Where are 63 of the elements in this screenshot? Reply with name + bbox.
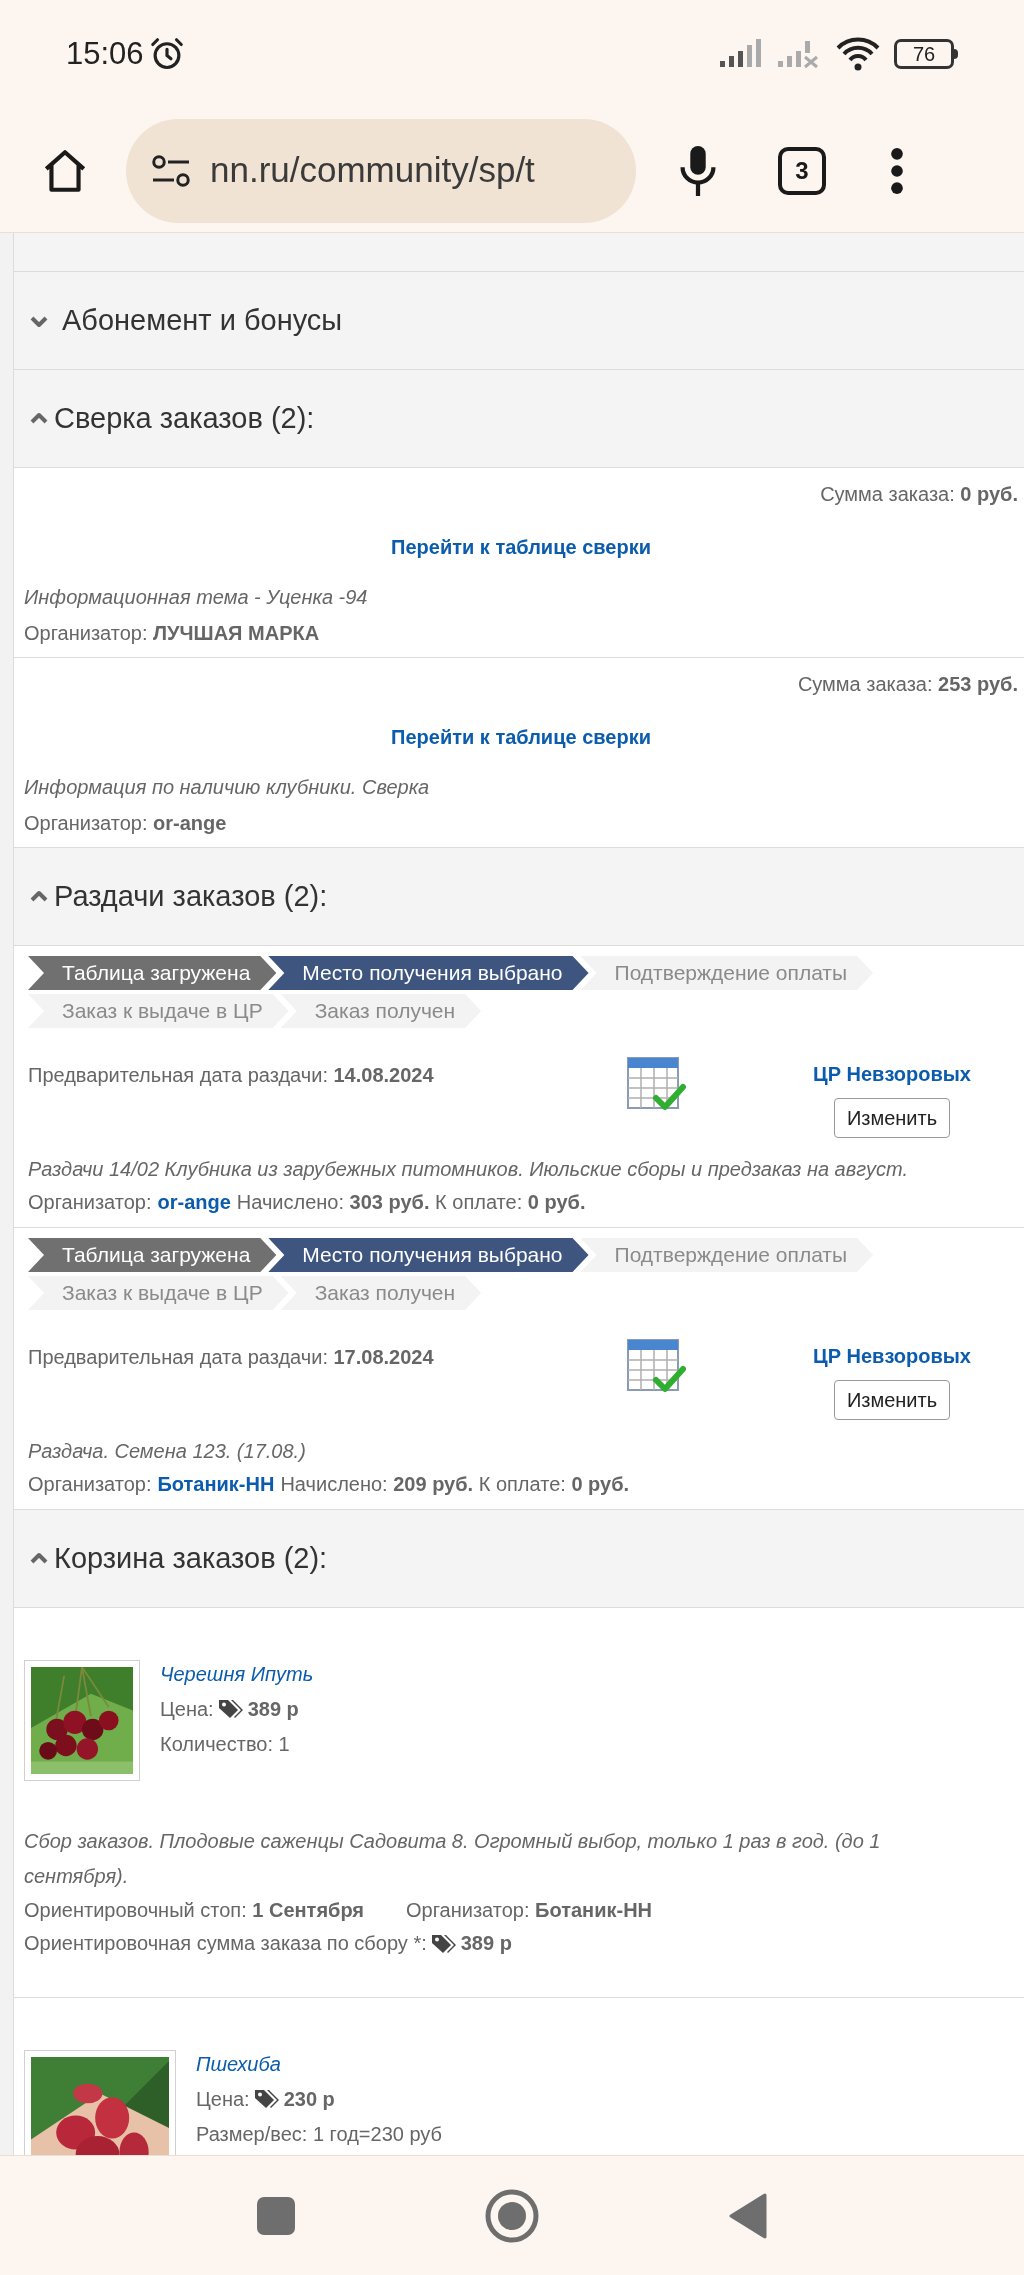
- order-sum: Сумма заказа: 0 руб.: [820, 482, 1018, 507]
- organizer-text: Организатор: Ботаник-НН: [406, 1898, 653, 1923]
- topic-title: Информационная тема - Уценка -94: [24, 585, 368, 610]
- progress-step: Заказ к выдаче в ЦР: [28, 994, 289, 1028]
- totals-text: Начислено: 303 руб. К оплате: 0 руб.: [236, 1190, 586, 1215]
- pickup-point-link[interactable]: ЦР Невзоровых: [813, 1060, 971, 1088]
- product-link[interactable]: Пшехиба: [196, 2050, 442, 2078]
- distribution-date: Предварительная дата раздачи: 17.08.2024: [28, 1345, 435, 1370]
- product-link[interactable]: Черешня Ипуть: [160, 1660, 314, 1688]
- price-tag-icon: [217, 1698, 244, 1720]
- distribution-date: Предварительная дата раздачи: 14.08.2024: [28, 1063, 435, 1088]
- progress-step: Заказ к выдаче в ЦР: [28, 1276, 289, 1310]
- order-sum: Сумма заказа: 253 руб.: [797, 672, 1018, 697]
- site-settings-icon[interactable]: [150, 153, 192, 188]
- url-text: nn.ru/community/sp/t: [210, 149, 535, 192]
- microphone-icon[interactable]: [678, 143, 718, 198]
- progress-step: Подтверждение оплаты: [580, 1238, 874, 1272]
- reconciliation-link[interactable]: Перейти к таблице сверки: [391, 723, 651, 751]
- organizer-text: Организатор: or-ange: [24, 811, 227, 836]
- organizer-label: Организатор:: [28, 1472, 152, 1497]
- progress-step: Заказ получен: [280, 1276, 482, 1310]
- product-detail: Размер/вес: 1 год=230 руб: [196, 2122, 442, 2147]
- section-header[interactable]: Раздачи заказов (2):: [14, 848, 1024, 946]
- back-button[interactable]: [729, 2192, 767, 2239]
- total-value: 389 р: [460, 1931, 512, 1956]
- progress-step: Подтверждение оплаты: [580, 956, 874, 990]
- progress-step: Место получения выбрано: [268, 956, 589, 990]
- section-header[interactable]: Сверка заказов (2):: [14, 370, 1024, 468]
- product-detail: Количество: 1: [160, 1732, 291, 1757]
- topic-title: Раздачи 14/02 Клубника из зарубежных питомников. Июльские сборы и предзаказ на август.: [28, 1157, 910, 1182]
- price-tag-icon: [430, 1932, 457, 1955]
- home-button[interactable]: [485, 2188, 539, 2243]
- reconciliation-link[interactable]: Перейти к таблице сверки: [391, 533, 651, 561]
- wifi-icon: [836, 37, 880, 71]
- progress-step: Заказ получен: [280, 994, 482, 1028]
- clock-time: 15:06: [66, 34, 144, 73]
- total-label: Ориентировочная сумма заказа по сбору *:: [24, 1931, 427, 1956]
- stop-date: Ориентировочный стоп: 1 Сентября: [24, 1898, 365, 1923]
- organizer-link[interactable]: or-ange: [157, 1188, 231, 1216]
- topic-title: Раздача. Семена 123. (17.08.): [28, 1439, 307, 1464]
- change-button[interactable]: Изменить: [833, 1098, 951, 1138]
- organizer-label: Организатор:: [28, 1190, 152, 1215]
- organizer-link[interactable]: Ботаник-НН: [157, 1470, 275, 1498]
- price-value: 230 р: [283, 2087, 335, 2112]
- topic-title: Информация по наличию клубники. Сверка: [24, 775, 430, 800]
- progress-step: Таблица загружена: [28, 956, 277, 990]
- price-label: Цена:: [196, 2087, 250, 2112]
- totals-text: Начислено: 209 руб. К оплате: 0 руб.: [280, 1472, 630, 1497]
- topic-title: Сбор заказов. Плодовые саженцы Садовита 8. Огромный выбор, только 1 раз в год. (до 1 сентября).: [24, 1829, 882, 1889]
- more-icon[interactable]: [890, 146, 904, 195]
- section-header[interactable]: Абонемент и бонусы: [14, 272, 1024, 370]
- address-bar[interactable]: nn.ru/community/sp/t: [126, 118, 636, 223]
- progress-step: Таблица загружена: [28, 1238, 277, 1272]
- organizer-text: Организатор: ЛУЧШАЯ МАРКА: [24, 621, 320, 646]
- tabs-button[interactable]: 3: [778, 146, 826, 195]
- price-tag-icon: [253, 2088, 280, 2110]
- change-button[interactable]: Изменить: [833, 1380, 951, 1420]
- price-value: 389 р: [247, 1697, 299, 1722]
- section-header[interactable]: Корзина заказов (2):: [14, 1510, 1024, 1608]
- price-label: Цена:: [160, 1697, 214, 1722]
- pickup-point-link[interactable]: ЦР Невзоровых: [813, 1342, 971, 1370]
- recent-apps-button[interactable]: [257, 2196, 295, 2235]
- progress-step: Место получения выбрано: [268, 1238, 589, 1272]
